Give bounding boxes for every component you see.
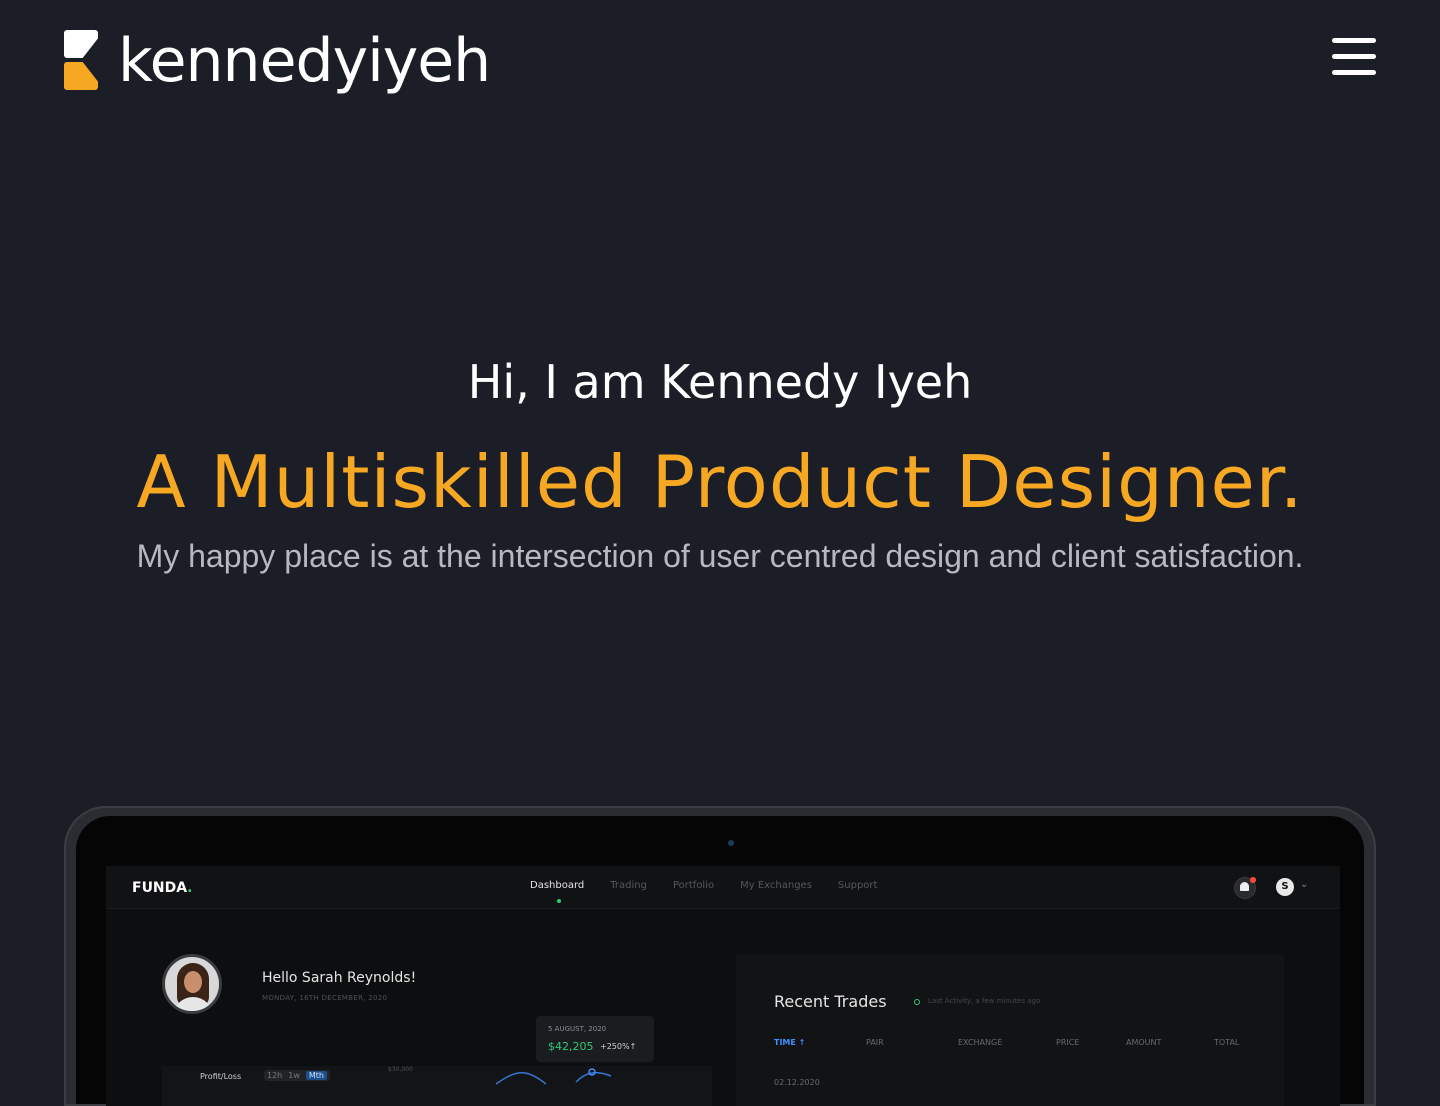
column-time: TIME ↑ (774, 1038, 806, 1047)
tab-12h: 12h (267, 1071, 283, 1080)
profile-photo (162, 954, 222, 1014)
dashboard-date: MONDAY, 16TH DECEMBER, 2020 (262, 994, 388, 1002)
hero-headline: A Multiskilled Product Designer. (136, 440, 1304, 524)
nav-support: Support (837, 880, 878, 891)
last-activity: Last Activity, a few minutes ago (928, 997, 1041, 1005)
nav-dashboard: Dashboard (530, 880, 585, 903)
column-total: TOTAL (1214, 1038, 1240, 1047)
axis-value: $30,000 (388, 1066, 413, 1073)
nav-my-exchanges: My Exchanges (740, 880, 812, 891)
recent-trades-title: Recent Trades (774, 992, 887, 1011)
column-price: PRICE (1056, 1038, 1080, 1047)
chevron-down-icon: ⌄ (1300, 879, 1309, 890)
trade-time-cell: 02.12.2020 (774, 1078, 820, 1087)
nav-portfolio: Portfolio (672, 880, 715, 891)
brand-name: kennedyiyeh (118, 26, 491, 96)
dashboard-logo: FUNDA. (132, 880, 193, 896)
hero-tagline: My happy place is at the intersection of… (136, 538, 1304, 574)
dashboard-screenshot: FUNDA. Dashboard Trading Portfolio My Ex… (106, 866, 1340, 1106)
period-tabs: 12h 1w Mth (264, 1070, 330, 1081)
dashboard-greeting: Hello Sarah Reynolds! (262, 970, 417, 986)
column-amount: AMOUNT (1126, 1038, 1162, 1047)
tab-mth: Mth (305, 1071, 327, 1080)
dashboard-nav: FUNDA. Dashboard Trading Portfolio My Ex… (106, 866, 1340, 909)
column-pair: PAIR (866, 1038, 884, 1047)
brand-mark-icon (64, 30, 100, 92)
laptop-mockup: FUNDA. Dashboard Trading Portfolio My Ex… (64, 806, 1376, 1106)
notification-bell-icon (1234, 877, 1256, 899)
hamburger-menu-icon[interactable] (1332, 38, 1376, 76)
activity-status-icon (914, 999, 920, 1005)
recent-trades-card: Recent Trades Last Activity, a few minut… (736, 954, 1284, 1106)
dashboard-nav-links: Dashboard Trading Portfolio My Exchanges… (530, 880, 878, 903)
column-exchange: EXCHANGE (958, 1038, 1003, 1047)
user-avatar: S (1276, 878, 1294, 896)
profit-chart-line (495, 1068, 612, 1085)
tab-1w: 1w (288, 1071, 300, 1080)
hero-greeting: Hi, I am Kennedy Iyeh (467, 355, 973, 409)
brand-logo[interactable]: kennedyiyeh (64, 26, 491, 96)
camera-icon (728, 840, 734, 846)
nav-trading: Trading (610, 880, 647, 891)
